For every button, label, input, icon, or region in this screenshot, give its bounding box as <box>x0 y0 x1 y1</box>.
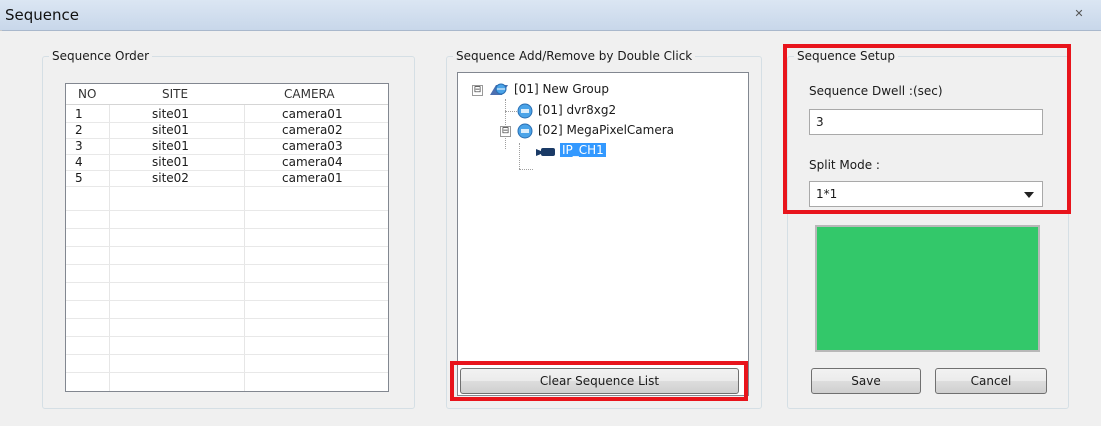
empty-row <box>66 284 388 301</box>
collapse-icon[interactable]: ⊟ <box>500 126 511 137</box>
window-title: Sequence <box>5 6 79 24</box>
cell-camera: camera01 <box>282 107 343 121</box>
cell-no: 3 <box>75 139 83 153</box>
tree-node-new-group[interactable]: [01] New Group <box>514 82 609 96</box>
cell-camera: camera03 <box>282 139 343 153</box>
dvr-icon <box>517 103 533 119</box>
tree-node-dvr8xg2[interactable]: [01] dvr8xg2 <box>538 103 616 117</box>
cell-no: 4 <box>75 155 83 169</box>
device-tree[interactable]: ⊟ [01] New Group [01] dvr8xg2 ⊟ [02] Meg… <box>457 72 749 396</box>
empty-row <box>66 194 388 211</box>
sequence-order-label: Sequence Order <box>52 49 150 63</box>
cell-site: site02 <box>152 171 189 185</box>
sequence-order-list[interactable]: NO SITE CAMERA 1 site01 camera01 2 site0… <box>65 83 389 392</box>
empty-row <box>66 356 388 373</box>
column-header-no[interactable]: NO <box>78 87 96 101</box>
cell-no: 2 <box>75 123 83 137</box>
camera-icon <box>536 148 555 156</box>
empty-row <box>66 230 388 247</box>
column-header-site[interactable]: SITE <box>162 87 188 101</box>
cancel-button[interactable]: Cancel <box>935 368 1047 394</box>
empty-row <box>66 302 388 319</box>
group-icon <box>490 83 508 95</box>
save-button[interactable]: Save <box>811 368 921 394</box>
cell-camera: camera02 <box>282 123 343 137</box>
tree-node-ip-ch1[interactable]: IP_CH1 <box>560 143 606 157</box>
empty-row <box>66 248 388 265</box>
empty-row <box>66 266 388 283</box>
tree-node-ip-ch1-label: IP_CH1 <box>560 143 606 157</box>
highlight-clear-button <box>450 361 748 401</box>
table-row[interactable]: 4 site01 camera04 <box>66 154 388 171</box>
cell-site: site01 <box>152 139 189 153</box>
column-header-camera[interactable]: CAMERA <box>284 87 335 101</box>
highlight-sequence-setup <box>783 44 1071 214</box>
sequence-add-remove-label: Sequence Add/Remove by Double Click <box>456 49 693 63</box>
table-row[interactable]: 5 site02 camera01 <box>66 170 388 187</box>
dvr-icon <box>517 123 533 139</box>
tree-node-megapixelcamera[interactable]: [02] MegaPixelCamera <box>538 123 674 137</box>
table-row[interactable]: 2 site01 camera02 <box>66 122 388 139</box>
tree-line <box>505 111 517 112</box>
table-row[interactable]: 1 site01 camera01 <box>66 106 388 123</box>
empty-row <box>66 320 388 337</box>
cell-no: 1 <box>75 107 83 121</box>
tree-line <box>505 99 506 149</box>
split-mode-preview <box>815 225 1040 352</box>
collapse-icon[interactable]: ⊟ <box>472 85 483 96</box>
cell-site: site01 <box>152 155 189 169</box>
empty-row <box>66 212 388 229</box>
cell-site: site01 <box>152 123 189 137</box>
table-row[interactable]: 3 site01 camera03 <box>66 138 388 155</box>
close-icon[interactable]: ✕ <box>1071 7 1087 21</box>
cell-camera: camera01 <box>282 171 343 185</box>
cell-no: 5 <box>75 171 83 185</box>
cell-camera: camera04 <box>282 155 343 169</box>
cell-site: site01 <box>152 107 189 121</box>
empty-row <box>66 338 388 355</box>
tree-line <box>519 169 533 170</box>
list-header: NO SITE CAMERA <box>66 84 388 105</box>
title-bar: Sequence ✕ <box>0 0 1101 31</box>
tree-line <box>519 143 520 169</box>
